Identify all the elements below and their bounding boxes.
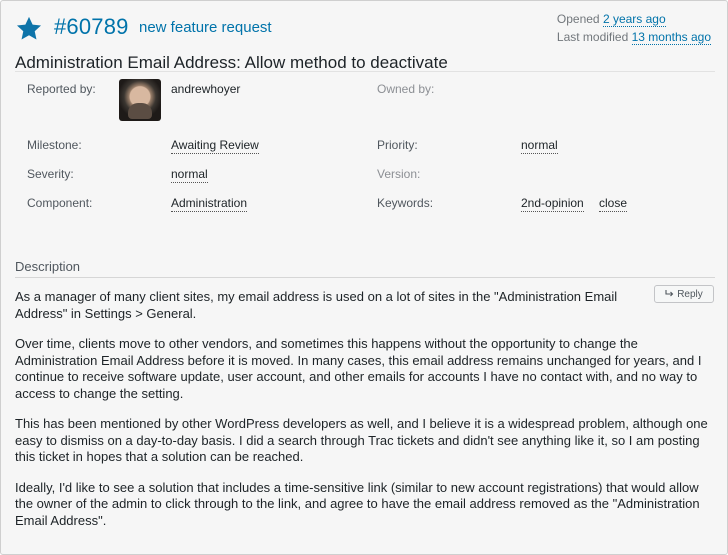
component-label: Component:: [27, 196, 93, 210]
priority-label: Priority:: [377, 138, 418, 152]
opened-date-link[interactable]: 2 years ago: [602, 12, 666, 27]
owned-by-label: Owned by:: [377, 82, 435, 96]
opened-label: Opened: [556, 12, 600, 26]
user-avatar: [119, 79, 161, 121]
description-paragraph: As a manager of many client sites, my em…: [15, 289, 618, 321]
component-value[interactable]: Administration: [171, 196, 248, 212]
severity-value[interactable]: normal: [171, 167, 208, 183]
modified-date-link[interactable]: 13 months ago: [631, 30, 711, 45]
opened-row: Opened 2 years ago: [557, 10, 711, 28]
keyword-tag[interactable]: close: [599, 196, 628, 212]
description-paragraph: This has been mentioned by other WordPre…: [15, 416, 708, 464]
milestone-value[interactable]: Awaiting Review: [171, 138, 259, 154]
ticket-container: #60789 new feature request Opened 2 year…: [0, 0, 728, 555]
reported-by-value[interactable]: andrewhoyer: [171, 82, 240, 96]
keywords-label: Keywords:: [377, 196, 434, 210]
description-paragraph: Over time, clients move to other vendors…: [15, 336, 702, 401]
ticket-type[interactable]: new feature request: [139, 19, 272, 36]
description-body: As a manager of many client sites, my em…: [15, 289, 715, 543]
ticket-number[interactable]: #60789: [54, 14, 129, 40]
description-paragraph: Ideally, I'd like to see a solution that…: [15, 479, 700, 528]
priority-value[interactable]: normal: [521, 138, 558, 154]
ticket-summary: Administration Email Address: Allow meth…: [15, 53, 448, 72]
severity-label: Severity:: [27, 167, 74, 181]
star-icon[interactable]: [15, 15, 43, 43]
ticket-properties: Reported by: andrewhoyer Owned by: Miles…: [15, 71, 715, 241]
modified-row: Last modified 13 months ago: [557, 28, 711, 46]
milestone-label: Milestone:: [27, 138, 82, 152]
modified-label: Last modified: [556, 30, 629, 44]
description-heading: Description: [15, 259, 715, 278]
version-label: Version:: [377, 167, 421, 181]
keyword-tag[interactable]: 2nd-opinion: [521, 196, 584, 212]
reported-by-label: Reported by:: [27, 82, 96, 96]
ticket-dates: Opened 2 years ago Last modified 13 mont…: [557, 10, 711, 46]
